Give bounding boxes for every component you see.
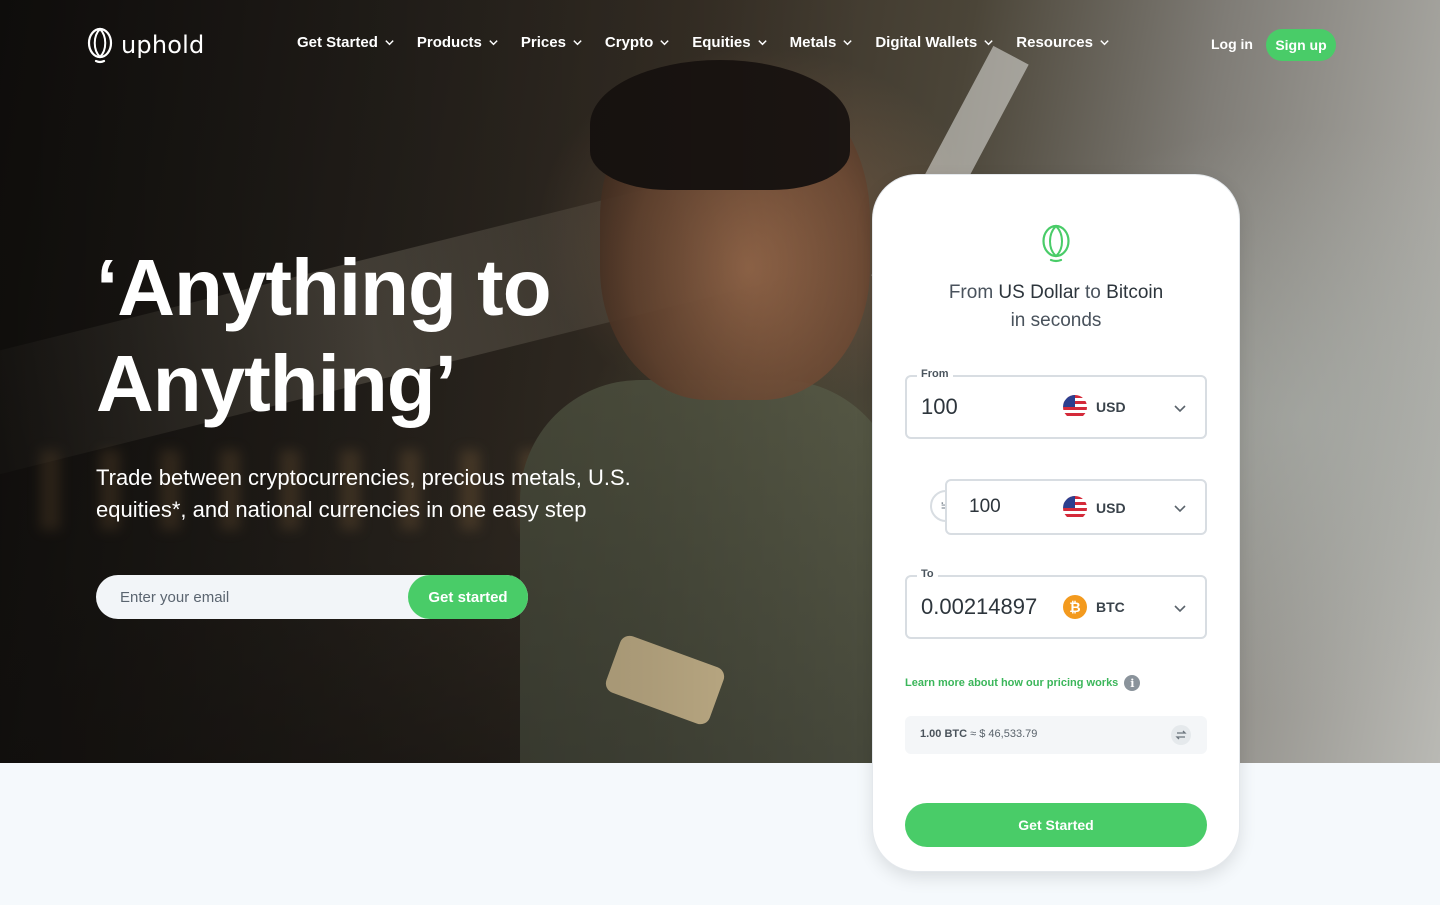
chevron-down-icon[interactable] (1173, 401, 1187, 415)
nav-item-label: Prices (520, 34, 566, 51)
swap-rate-icon[interactable] (1171, 725, 1191, 745)
chevron-down-icon (1100, 40, 1109, 46)
nav-item-label: Equities (692, 34, 751, 51)
conversion-widget: From US Dollar to Bitcoin in seconds Fro… (873, 175, 1239, 871)
from-amount-value[interactable]: 100 (921, 394, 958, 420)
chevron-down-icon (984, 40, 993, 46)
chevron-down-icon (757, 40, 767, 46)
chevron-down-icon (489, 40, 498, 46)
chevron-down-icon (660, 40, 669, 46)
rate-base: 1.00 BTC (920, 728, 968, 740)
exchange-rate-box: 1.00 BTC ≈ $ 46,533.79 (905, 716, 1207, 754)
nav-item-get-started[interactable]: Get Started (297, 34, 395, 51)
rate-value: $ 46,533.79 (979, 728, 1038, 740)
widget-title-from-currency: US Dollar (998, 282, 1080, 303)
nav-item-label: Products (416, 34, 482, 51)
to-amount-value[interactable]: 0.00214897 (921, 594, 1037, 620)
from-label: From (917, 368, 953, 380)
intermediate-amount-field[interactable]: 100 USD (945, 479, 1207, 535)
pricing-info-text: Learn more about how our pricing works (905, 677, 1119, 689)
from-currency-select[interactable]: USD (1063, 395, 1126, 419)
hero-headline: ‘Anything to Anything’ (96, 240, 816, 432)
from-currency-code: USD (1096, 399, 1126, 415)
signup-button[interactable]: Sign up (1266, 29, 1336, 61)
chevron-down-icon (843, 40, 852, 46)
chevron-down-icon (385, 40, 394, 46)
to-currency-select[interactable]: ₿ BTC (1063, 595, 1125, 619)
nav-item-label: Crypto (604, 34, 654, 51)
nav-item-metals[interactable]: Metals (790, 34, 854, 51)
widget-get-started-button[interactable]: Get Started (905, 803, 1207, 847)
widget-title-mid: to (1079, 282, 1107, 303)
email-signup-form: Get started (96, 575, 528, 619)
uphold-logo-icon (87, 27, 113, 64)
site-header: uphold Get Started Products Prices Crypt… (0, 0, 1440, 90)
uphold-logo[interactable]: uphold (87, 26, 204, 64)
widget-title-line-2: in seconds (1010, 310, 1102, 331)
chevron-down-icon[interactable] (1173, 501, 1187, 515)
widget-title-to-currency: Bitcoin (1106, 282, 1164, 303)
main-nav: Get Started Products Prices Crypto Equit… (297, 34, 1132, 51)
widget-title-pre: From (948, 282, 999, 303)
hero-headline-line-2: Anything’ (96, 339, 457, 428)
logo-text: uphold (121, 31, 205, 59)
us-flag-icon (1063, 395, 1087, 419)
rate-approx: ≈ (970, 728, 977, 740)
pricing-info-link[interactable]: Learn more about how our pricing works i (905, 675, 1141, 691)
hero-subtext: Trade between cryptocurrencies, precious… (96, 465, 631, 522)
intermediate-currency-code: USD (1096, 500, 1126, 516)
to-amount-field[interactable]: To 0.00214897 ₿ BTC (905, 568, 1207, 639)
nav-item-products[interactable]: Products (417, 34, 499, 51)
nav-item-label: Metals (789, 34, 837, 51)
nav-item-crypto[interactable]: Crypto (605, 34, 670, 51)
us-flag-icon (1063, 496, 1087, 520)
exchange-rate-text: 1.00 BTC ≈ $ 46,533.79 (920, 728, 1037, 740)
nav-item-label: Digital Wallets (875, 34, 978, 51)
email-input[interactable] (96, 575, 426, 619)
get-started-button[interactable]: Get started (408, 575, 528, 619)
to-currency-code: BTC (1096, 599, 1125, 615)
nav-item-equities[interactable]: Equities (692, 34, 767, 51)
intermediate-amount-value[interactable]: 100 (969, 496, 1001, 518)
hero-headline-line-1: ‘Anything to (96, 243, 552, 332)
intermediate-currency-select[interactable]: USD (1063, 496, 1126, 520)
nav-item-digital-wallets[interactable]: Digital Wallets (875, 34, 994, 51)
login-link[interactable]: Log in (1211, 36, 1253, 52)
chevron-down-icon (573, 40, 582, 46)
to-label: To (917, 568, 938, 580)
from-amount-field[interactable]: From 100 USD (905, 368, 1207, 439)
nav-item-label: Get Started (297, 34, 378, 51)
nav-item-resources[interactable]: Resources (1016, 34, 1110, 51)
nav-item-label: Resources (1016, 34, 1093, 51)
uphold-logo-icon (1042, 224, 1070, 263)
bitcoin-icon: ₿ (1063, 595, 1087, 619)
nav-item-prices[interactable]: Prices (521, 34, 583, 51)
svg-text:₿: ₿ (1069, 600, 1080, 616)
chevron-down-icon[interactable] (1173, 601, 1187, 615)
info-icon[interactable]: i (1124, 675, 1141, 691)
widget-title: From US Dollar to Bitcoin in seconds (873, 279, 1239, 335)
